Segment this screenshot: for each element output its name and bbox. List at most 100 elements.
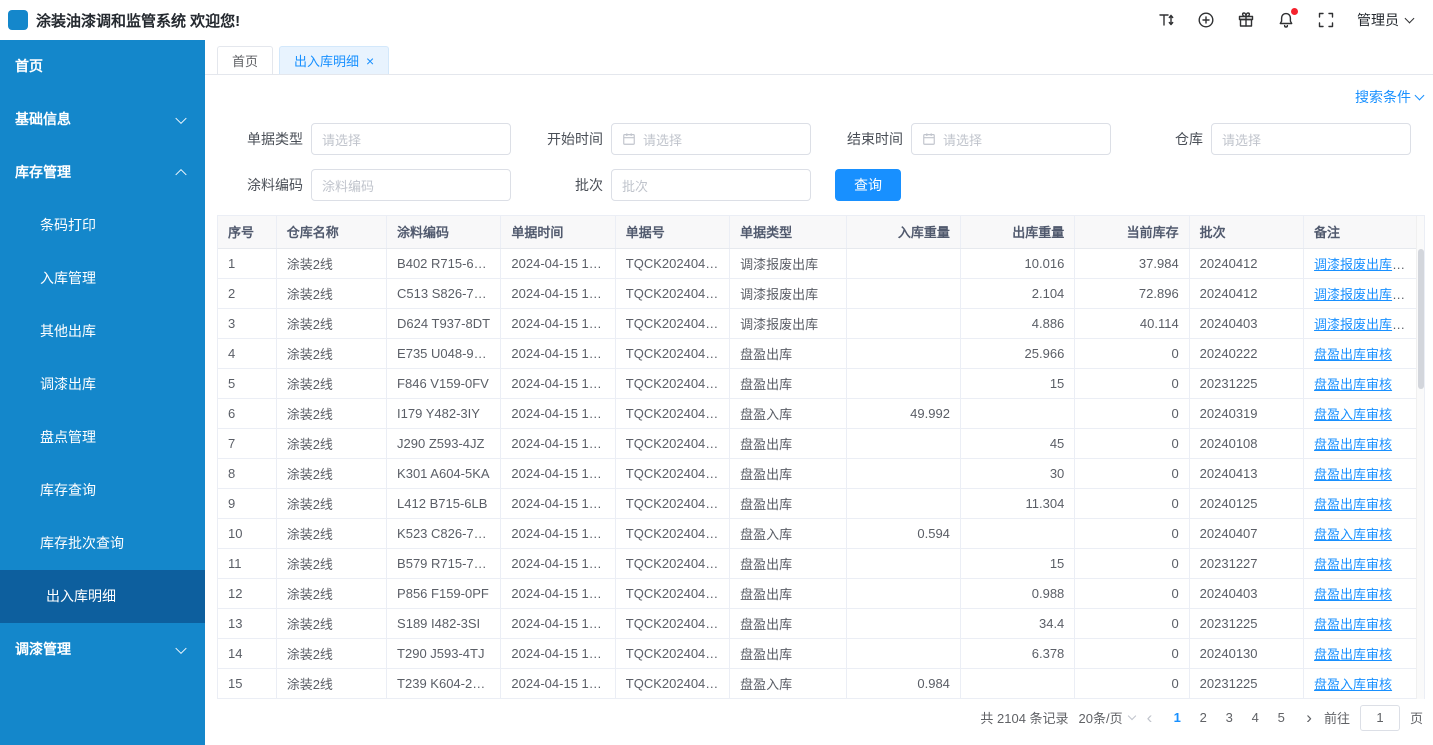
remark-link[interactable]: 盘盈出库审核 <box>1314 557 1392 572</box>
bell-icon[interactable] <box>1277 11 1295 29</box>
page-number[interactable]: 2 <box>1190 710 1216 725</box>
fullscreen-icon[interactable] <box>1317 11 1335 29</box>
sidebar-item[interactable]: 其他出库 <box>0 305 205 358</box>
table-cell: 涂装2线 <box>276 398 386 428</box>
sidebar-item-active[interactable]: 出入库明细 <box>0 570 205 623</box>
table-cell <box>846 578 960 608</box>
table-cell: 6.378 <box>960 638 1074 668</box>
tab-active[interactable]: 出入库明细× <box>279 46 389 74</box>
page-number[interactable]: 4 <box>1242 710 1268 725</box>
sidebar-item[interactable]: 库存管理 <box>0 146 205 199</box>
close-icon[interactable]: × <box>366 54 374 68</box>
table-cell: 涂装2线 <box>276 428 386 458</box>
search-conditions-toggle[interactable]: 搜索条件 <box>1355 87 1423 107</box>
table-cell: T239 K604-2RH <box>387 668 501 698</box>
sidebar-item[interactable]: 库存查询 <box>0 464 205 517</box>
table-cell[interactable]: 盘盈入库审核 <box>1304 398 1424 428</box>
sidebar-item[interactable]: 基础信息 <box>0 93 205 146</box>
sidebar-item[interactable]: 入库管理 <box>0 252 205 305</box>
paint-code-input[interactable]: 涂料编码 <box>311 169 511 201</box>
remark-link[interactable]: 盘盈出库审核 <box>1314 467 1392 482</box>
table-cell: T290 J593-4TJ <box>387 638 501 668</box>
page-size-select[interactable]: 20条/页 <box>1079 708 1135 727</box>
filter-label: 涂料编码 <box>225 175 303 195</box>
table-cell[interactable]: 盘盈出库审核 <box>1304 368 1424 398</box>
input-placeholder: 批次 <box>622 176 648 195</box>
table-cell[interactable]: 盘盈出库审核 <box>1304 338 1424 368</box>
table-cell[interactable]: 盘盈出库审核 <box>1304 548 1424 578</box>
table-cell[interactable]: 盘盈出库审核 <box>1304 428 1424 458</box>
page-number[interactable]: 3 <box>1216 710 1242 725</box>
remark-link[interactable]: 盘盈出库审核 <box>1314 437 1392 452</box>
vertical-scrollbar[interactable] <box>1416 216 1424 699</box>
prev-page-button[interactable]: ‹ <box>1145 709 1155 726</box>
remark-link[interactable]: 盘盈入库审核 <box>1314 677 1392 692</box>
remark-link[interactable]: 盘盈出库审核 <box>1314 347 1392 362</box>
sidebar-item[interactable]: 条码打印 <box>0 199 205 252</box>
sidebar-item[interactable]: 盘点管理 <box>0 411 205 464</box>
scrollbar-thumb[interactable] <box>1418 249 1424 389</box>
column-header: 单据类型 <box>730 216 846 248</box>
remark-link[interactable]: 盘盈入库审核 <box>1314 407 1392 422</box>
table-cell: 调漆报废出库 <box>730 248 846 278</box>
table-cell[interactable]: 盘盈入库审核 <box>1304 668 1424 698</box>
goto-page-input[interactable] <box>1360 705 1400 731</box>
remark-link[interactable]: 盘盈出库审核 <box>1314 377 1392 392</box>
font-size-icon[interactable] <box>1157 11 1175 29</box>
warehouse-select[interactable]: 请选择 <box>1211 123 1411 155</box>
user-menu[interactable]: 管理员 <box>1357 10 1413 30</box>
batch-input[interactable]: 批次 <box>611 169 811 201</box>
page-number[interactable]: 1 <box>1164 710 1190 725</box>
table-cell: 3 <box>218 308 276 338</box>
table-cell: 6 <box>218 398 276 428</box>
table-cell: 20231227 <box>1189 548 1303 578</box>
remark-link[interactable]: 盘盈出库审核 <box>1314 617 1392 632</box>
table-row: 4涂装2线E735 U048-9EU2024-04-15 14:...TQCK2… <box>218 338 1424 368</box>
filter-row: 单据类型 请选择 开始时间 请选择 结束时间 请选择 仓 <box>225 123 1425 155</box>
table-cell[interactable]: 盘盈出库审核 <box>1304 638 1424 668</box>
remark-link[interactable]: 调漆报废出库审核 <box>1314 287 1418 302</box>
document-type-select[interactable]: 请选择 <box>311 123 511 155</box>
page-number[interactable]: 5 <box>1268 710 1294 725</box>
table-cell[interactable]: 盘盈出库审核 <box>1304 578 1424 608</box>
query-button[interactable]: 查询 <box>835 169 901 201</box>
table-cell: 25.966 <box>960 338 1074 368</box>
table-cell[interactable]: 盘盈入库审核 <box>1304 518 1424 548</box>
next-page-button[interactable]: › <box>1304 709 1314 726</box>
remark-link[interactable]: 盘盈入库审核 <box>1314 527 1392 542</box>
sidebar-item[interactable]: 调漆出库 <box>0 358 205 411</box>
table-cell: 2 <box>218 278 276 308</box>
table-cell[interactable]: 盘盈出库审核 <box>1304 608 1424 638</box>
table-cell: 20240319 <box>1189 398 1303 428</box>
table-cell[interactable]: 调漆报废出库审核 <box>1304 248 1424 278</box>
table-cell: 20231225 <box>1189 368 1303 398</box>
table-cell: 20231225 <box>1189 668 1303 698</box>
column-header: 序号 <box>218 216 276 248</box>
remark-link[interactable]: 盘盈出库审核 <box>1314 587 1392 602</box>
gift-icon[interactable] <box>1237 11 1255 29</box>
table-cell[interactable]: 盘盈出库审核 <box>1304 458 1424 488</box>
table-cell: 0 <box>1075 578 1189 608</box>
total-records: 共 2104 条记录 <box>980 708 1068 727</box>
table-cell: 0 <box>1075 338 1189 368</box>
table-cell[interactable]: 盘盈出库审核 <box>1304 488 1424 518</box>
tab-item[interactable]: 首页 <box>217 46 273 74</box>
remark-link[interactable]: 盘盈出库审核 <box>1314 647 1392 662</box>
table-cell: D624 T937-8DT <box>387 308 501 338</box>
column-header: 入库重量 <box>846 216 960 248</box>
table-cell: 2024-04-15 14:... <box>501 578 615 608</box>
sidebar-item[interactable]: 调漆管理 <box>0 623 205 676</box>
sidebar-item[interactable]: 首页 <box>0 40 205 93</box>
remark-link[interactable]: 调漆报废出库审核 <box>1314 317 1418 332</box>
table-cell[interactable]: 调漆报废出库审核 <box>1304 308 1424 338</box>
remark-link[interactable]: 盘盈出库审核 <box>1314 497 1392 512</box>
end-date-picker[interactable]: 请选择 <box>911 123 1111 155</box>
start-date-picker[interactable]: 请选择 <box>611 123 811 155</box>
sidebar-item[interactable]: 库存批次查询 <box>0 517 205 570</box>
table-cell: 20240125 <box>1189 488 1303 518</box>
table-cell: 14 <box>218 638 276 668</box>
table-cell[interactable]: 调漆报废出库审核 <box>1304 278 1424 308</box>
remark-link[interactable]: 调漆报废出库审核 <box>1314 257 1418 272</box>
plus-circle-icon[interactable] <box>1197 11 1215 29</box>
table-cell: 0.988 <box>960 578 1074 608</box>
